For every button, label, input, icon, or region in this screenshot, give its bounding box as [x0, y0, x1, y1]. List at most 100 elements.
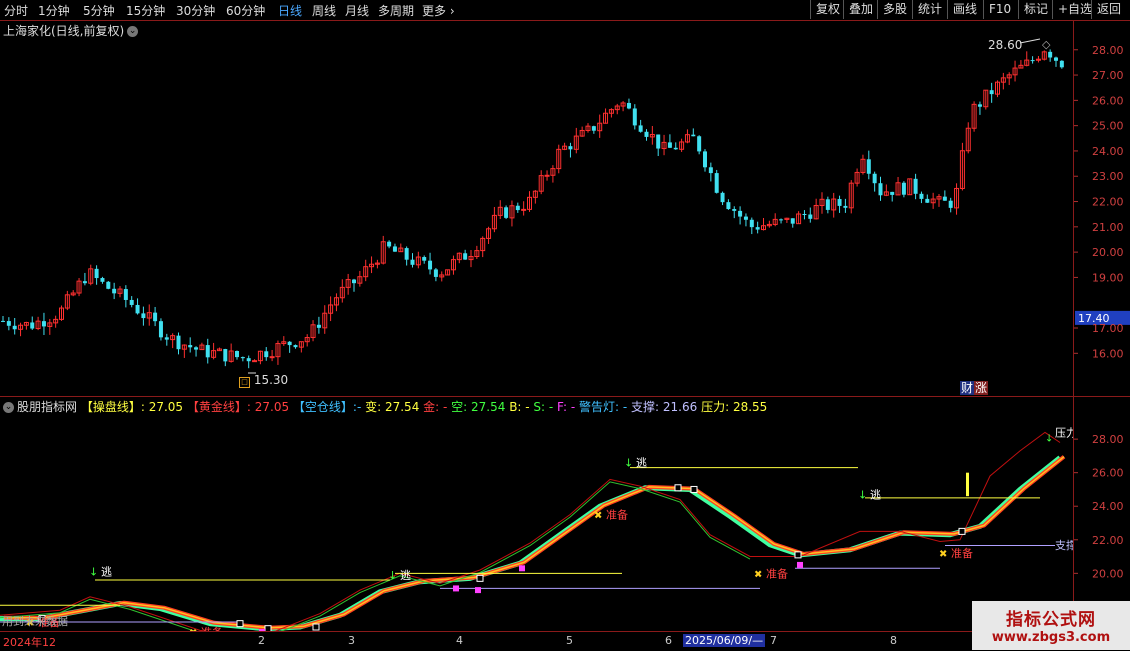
- period-tab-15min[interactable]: 15分钟: [126, 2, 165, 19]
- candle-body: [30, 322, 35, 329]
- indicator-tick-label: 20.00: [1092, 567, 1124, 580]
- candle-body: [158, 321, 163, 338]
- candle-body: [1048, 51, 1053, 58]
- overlay-button[interactable]: 叠加: [843, 0, 878, 19]
- candle-body: [1059, 60, 1064, 68]
- candle-body: [989, 90, 994, 95]
- prepare-icon: ✖: [754, 569, 762, 580]
- cross-marker: [690, 485, 698, 493]
- candle-body: [673, 147, 678, 150]
- period-tab-5min[interactable]: 5分钟: [83, 2, 115, 19]
- adjust-button[interactable]: 复权: [810, 0, 845, 19]
- candle-body: [866, 159, 871, 174]
- magenta-marker: [453, 585, 459, 592]
- candle-body: [521, 208, 527, 211]
- indicator-chart[interactable]: ↓逃↓逃↓逃↓逃✖准备✖准备✖准备✖准备✖准备支撑↓压力: [0, 397, 1073, 631]
- candle-body: [948, 200, 953, 208]
- period-tab-daily[interactable]: 日线: [278, 2, 302, 19]
- rise-tag: 涨: [974, 381, 989, 395]
- period-tab-weekly[interactable]: 周线: [312, 2, 336, 19]
- finance-badge[interactable]: 财涨: [960, 379, 989, 396]
- period-tab-30min[interactable]: 30分钟: [176, 2, 215, 19]
- candle-body: [790, 218, 795, 224]
- candle-body: [568, 146, 573, 150]
- price-panel[interactable]: 上海家化(日线,前复权) ⌄ 28.60 ◇ □ 15.30 财涨: [0, 21, 1073, 397]
- candle-body: [977, 104, 982, 107]
- period-toolbar: 分时 1分钟 5分钟 15分钟 30分钟 60分钟 日线 周线 月线 多周期 更…: [0, 0, 1130, 21]
- candle-body: [691, 134, 696, 137]
- pressure-label: 压力: [1055, 426, 1073, 439]
- escape-signal: 逃: [101, 566, 112, 579]
- candle-body: [410, 259, 415, 265]
- period-tab-60min[interactable]: 60分钟: [226, 2, 265, 19]
- prepare-signal: 准备: [766, 566, 788, 580]
- period-tab-1min[interactable]: 1分钟: [38, 2, 70, 19]
- prepare-icon: ✖: [594, 511, 602, 522]
- candle-body: [779, 219, 784, 221]
- finance-tag: 财: [960, 381, 975, 395]
- candle-body: [901, 182, 906, 195]
- candle-body: [352, 279, 356, 284]
- candle-body: [708, 167, 713, 174]
- price-axis-ticks: 28.00 27.00 26.00 25.00 24.00 23.00 22.00 21.00…: [1074, 44, 1130, 360]
- candle-body: [106, 281, 111, 289]
- candle-body: [656, 134, 661, 149]
- price-tick-label: 19.00: [1092, 271, 1124, 284]
- candle-body: [714, 173, 719, 193]
- indicator-tick-label: 24.00: [1092, 500, 1124, 513]
- period-tab-monthly[interactable]: 月线: [345, 2, 369, 19]
- candle-body: [387, 241, 392, 247]
- high-price-label: 28.60: [988, 38, 1023, 52]
- cross-marker: [794, 551, 802, 559]
- price-line: [0, 431, 1061, 631]
- candle-body: [428, 260, 433, 270]
- candle-body: [129, 299, 134, 305]
- escape-signal: 逃: [400, 569, 411, 582]
- price-tick-label: 21.00: [1092, 221, 1124, 234]
- support-label: 支撑: [1055, 538, 1073, 552]
- date-axis: 2024年12 2 3 4 5 6 2025/06/09/— 7 8: [0, 631, 1073, 651]
- candle-body: [141, 313, 146, 319]
- candle-body: [269, 356, 275, 359]
- magenta-marker: [475, 587, 481, 594]
- draw-line-button[interactable]: 画线: [947, 0, 982, 19]
- candle-body: [392, 246, 397, 252]
- period-tab-intraday[interactable]: 分时: [4, 2, 28, 19]
- mark-button[interactable]: 标记: [1018, 0, 1053, 19]
- candle-body: [252, 360, 258, 363]
- period-tab-more[interactable]: 更多 ›: [422, 2, 455, 19]
- escape-signal: 逃: [870, 488, 881, 501]
- f10-button[interactable]: F10: [983, 0, 1016, 19]
- cross-marker: [476, 574, 484, 582]
- candle-body: [123, 289, 128, 300]
- candle-body: [732, 209, 737, 211]
- prepare-signal: 准备: [606, 508, 628, 522]
- candle-body: [188, 345, 193, 348]
- statistics-button[interactable]: 统计: [912, 0, 947, 19]
- chevron-right-icon: ›: [446, 4, 455, 18]
- cursor-date-label: 2025/06/09/—: [683, 634, 766, 647]
- magenta-marker: [519, 565, 525, 572]
- back-button[interactable]: 返回: [1091, 0, 1126, 19]
- candle-body: [825, 199, 830, 210]
- indicator-tick-label: 28.00: [1092, 433, 1124, 446]
- candle-body: [872, 173, 877, 184]
- candle-body: [808, 214, 813, 219]
- period-tab-multi[interactable]: 多周期: [378, 2, 414, 19]
- candle-body: [12, 325, 17, 330]
- price-tick-label: 27.00: [1092, 69, 1124, 82]
- candlestick-chart[interactable]: [0, 21, 1073, 396]
- sell-arrow-icon: ↓: [624, 457, 633, 470]
- candle-body: [843, 205, 848, 208]
- sell-arrow-icon: ↓: [1045, 433, 1053, 444]
- candle-body: [720, 192, 725, 203]
- price-tick-label: 16.00: [1092, 347, 1124, 360]
- date-label: 6: [665, 634, 672, 647]
- indicator-panel[interactable]: ⌄ 股朋指标网 【操盘线】: 27.05 【黄金线】: 27.05 【空仓线】:-…: [0, 397, 1073, 631]
- candle-body: [194, 347, 199, 350]
- candle-body: [463, 253, 468, 260]
- multi-stock-button[interactable]: 多股: [877, 0, 912, 19]
- prepare-signal: 准备: [951, 546, 973, 560]
- price-tick-label: 26.00: [1092, 94, 1124, 107]
- prepare-icon: ✖: [939, 549, 947, 560]
